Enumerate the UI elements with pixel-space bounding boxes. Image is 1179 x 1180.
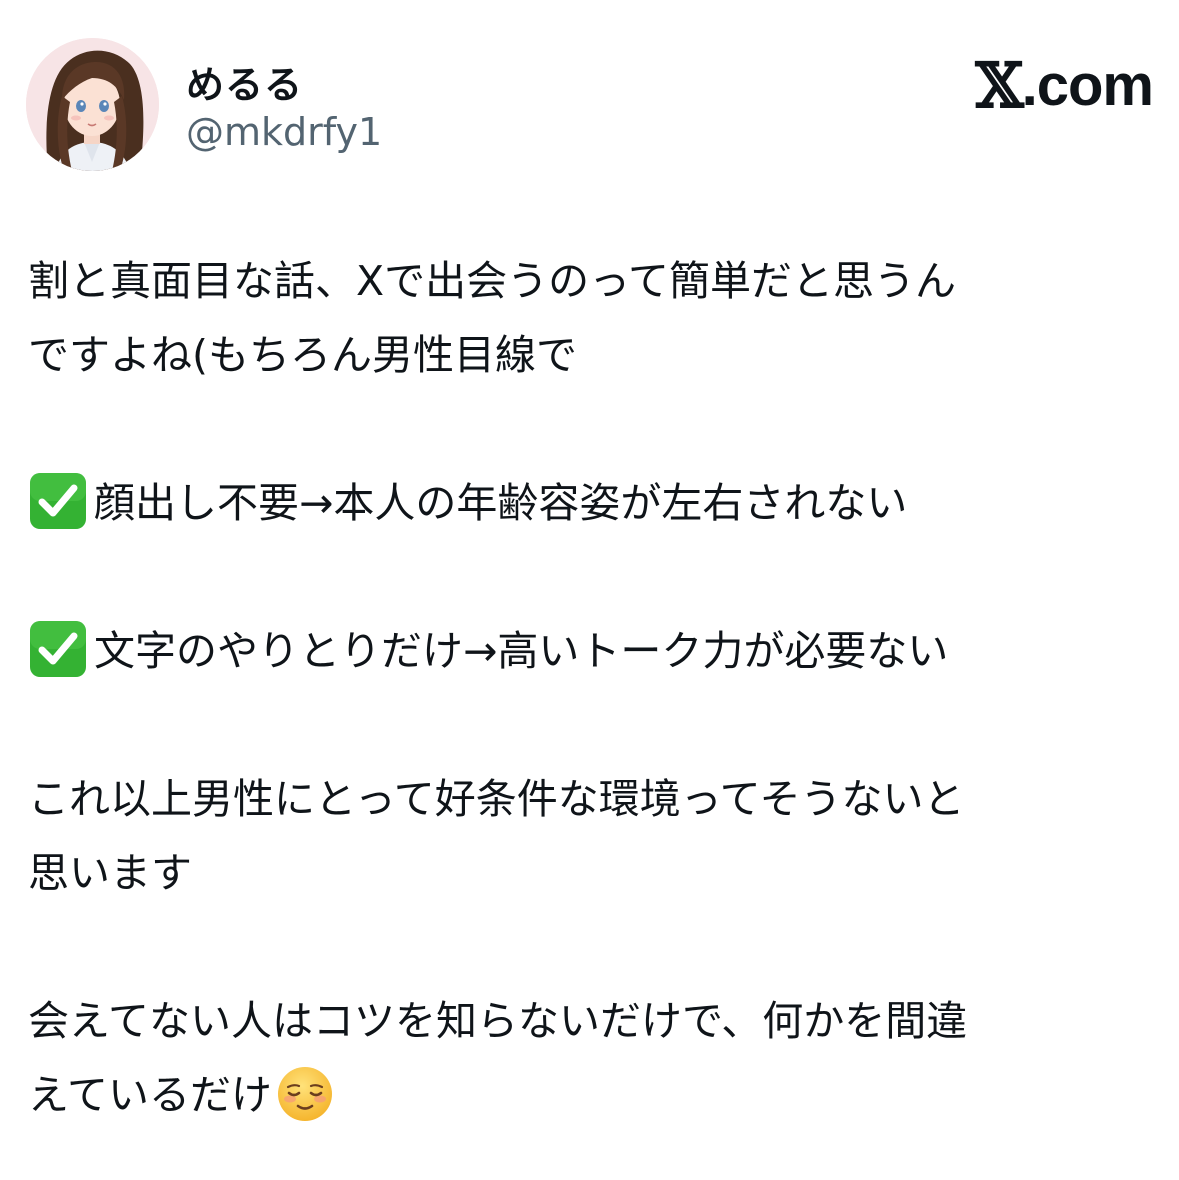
post-line: えているだけ — [28, 1071, 272, 1119]
relieved-face-icon — [276, 1065, 334, 1123]
bullet-text: 文字のやりとりだけ→高いトーク力が必要ない — [94, 627, 949, 675]
post-body: 割と真面目な話、Xで出会うのって簡単だと思うん ですよね(もちろん男性目線で 顔… — [28, 244, 1138, 1132]
post-line: これ以上男性にとって好条件な環境ってそうないと — [28, 775, 965, 823]
user-handle[interactable]: @mkdrfy1 — [186, 110, 382, 154]
bullet-point: 顔出し不要→本人の年齢容姿が左右されない — [28, 466, 1138, 540]
brand-domain: .com — [1021, 53, 1154, 118]
brand-logo: 𝕏 .com — [975, 49, 1154, 122]
avatar-image — [26, 38, 159, 171]
check-mark-button-icon — [28, 471, 88, 531]
post-line: ですよね(もちろん男性目線で — [28, 331, 577, 379]
bullet-point: 文字のやりとりだけ→高いトーク力が必要ない — [28, 614, 1138, 688]
x-logo-icon: 𝕏 — [975, 49, 1024, 122]
display-name[interactable]: めるる — [186, 54, 303, 109]
avatar[interactable] — [26, 38, 159, 171]
post-line: 会えてない人はコツを知らないだけで、何かを間違 — [28, 997, 968, 1045]
post-line: 割と真面目な話、Xで出会うのって簡単だと思うん — [28, 257, 957, 305]
check-mark-button-icon — [28, 619, 88, 679]
bullet-text: 顔出し不要→本人の年齢容姿が左右されない — [94, 479, 908, 527]
post-header: めるる @mkdrfy1 𝕏 .com — [26, 38, 1154, 172]
post-line: 思います — [28, 849, 192, 897]
post-last-line: えているだけ — [28, 1058, 1138, 1132]
